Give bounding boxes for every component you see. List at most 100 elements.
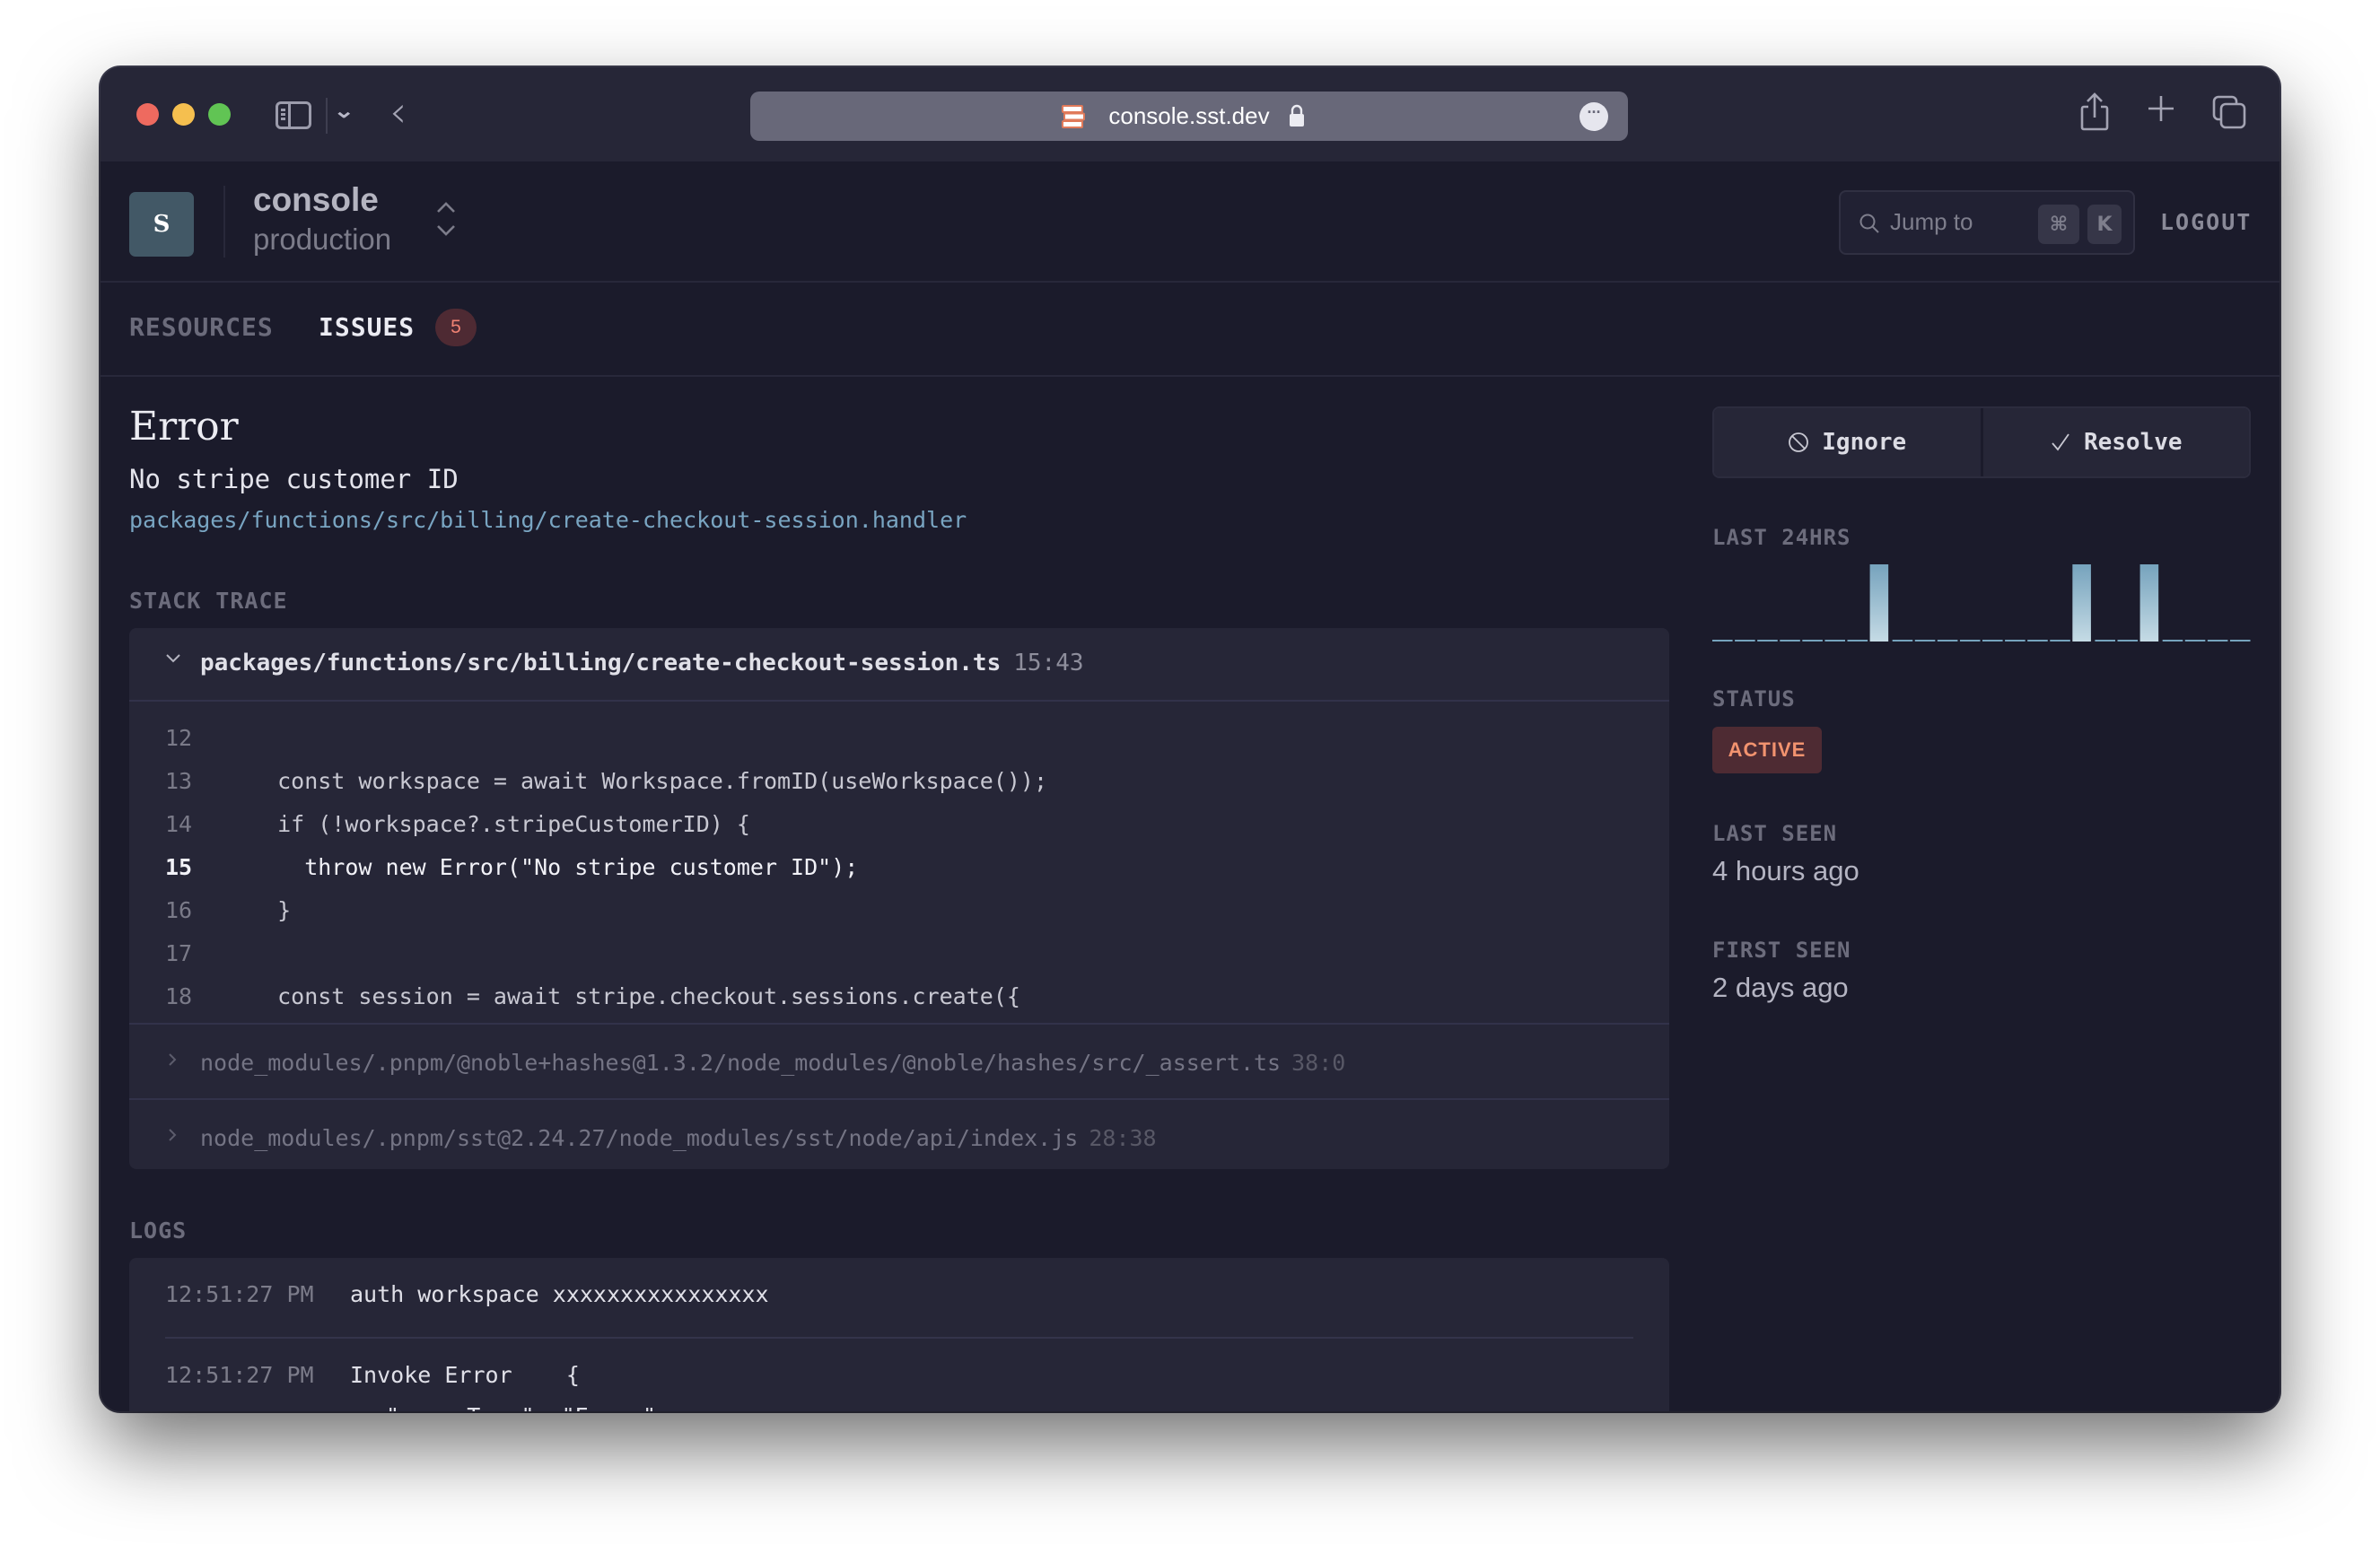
log-message: auth workspace xxxxxxxxxxxxxxxx bbox=[350, 1281, 769, 1307]
chevron-down-icon bbox=[166, 654, 180, 663]
line-code: const workspace = await Workspace.fromID… bbox=[250, 768, 1048, 794]
sidebar-toggle-icon[interactable] bbox=[276, 101, 311, 129]
chevron-right-icon bbox=[169, 1129, 177, 1141]
line-number: 17 bbox=[165, 940, 193, 966]
tab-overview-icon[interactable] bbox=[2211, 94, 2247, 130]
more-options-icon[interactable]: ··· bbox=[1579, 102, 1608, 131]
code-line: 17 bbox=[129, 933, 1669, 976]
minimize-window-button[interactable] bbox=[172, 103, 195, 126]
url-text: console.sst.dev bbox=[1108, 102, 1270, 129]
k-key-hint: K bbox=[2087, 205, 2122, 244]
resolve-button[interactable]: Resolve bbox=[1980, 408, 2249, 476]
chevron-right-icon bbox=[169, 1053, 177, 1066]
issue-actions: Ignore Resolve bbox=[1712, 406, 2251, 478]
issues-count-badge: 5 bbox=[435, 309, 477, 346]
frame-file: node_modules/.pnpm/@noble+hashes@1.3.2/n… bbox=[200, 1050, 1282, 1076]
code-line: 13 const workspace = await Workspace.fro… bbox=[129, 761, 1669, 804]
log-message-continuation: "errorType": "Error", bbox=[386, 1403, 669, 1411]
chart-bar-h22 bbox=[2184, 640, 2206, 642]
chart-bar-h2 bbox=[1735, 640, 1755, 642]
back-icon[interactable]: ‹ bbox=[389, 87, 407, 137]
issue-handler-link[interactable]: packages/functions/src/billing/create-ch… bbox=[129, 507, 967, 533]
stack-frame-path: packages/functions/src/billing/create-ch… bbox=[200, 650, 1084, 676]
new-tab-icon[interactable] bbox=[2147, 94, 2175, 123]
address-bar[interactable]: console.sst.dev ··· bbox=[750, 92, 1628, 141]
chart-bar-h3 bbox=[1757, 640, 1778, 642]
frame-position: 38:0 bbox=[1291, 1050, 1346, 1076]
frame-position: 28:38 bbox=[1089, 1125, 1157, 1151]
frame-file: packages/functions/src/billing/create-ch… bbox=[200, 650, 1002, 676]
line-number: 18 bbox=[165, 983, 193, 1009]
chart-bar-h11 bbox=[1937, 640, 1958, 642]
first-seen-value: 2 days ago bbox=[1712, 972, 1849, 1003]
switcher-chevrons-icon[interactable] bbox=[434, 199, 458, 239]
chart-bar-h15 bbox=[2027, 640, 2048, 642]
browser-window: ⌄ ‹ console.sst.dev ··· S console produc… bbox=[101, 67, 2279, 1411]
header-divider bbox=[223, 186, 225, 258]
chart-bar-h21 bbox=[2162, 640, 2183, 642]
zoom-window-button[interactable] bbox=[208, 103, 231, 126]
stack-trace-label: STACK TRACE bbox=[129, 588, 288, 614]
line-code: } bbox=[250, 897, 292, 923]
last-24hrs-label: LAST 24HRS bbox=[1712, 525, 1851, 550]
nav-tabs: RESOURCES ISSUES 5 bbox=[101, 283, 2279, 377]
lock-icon bbox=[1290, 104, 1304, 127]
logout-button[interactable]: LOGOUT bbox=[2160, 209, 2252, 235]
chart-bar-h20 bbox=[2139, 564, 2159, 642]
issue-title: Error bbox=[129, 404, 239, 450]
command-key-hint: ⌘ bbox=[2038, 205, 2079, 244]
tab-resources[interactable]: RESOURCES bbox=[129, 312, 274, 342]
ignore-icon bbox=[1789, 432, 1809, 452]
logs-label: LOGS bbox=[129, 1218, 188, 1244]
app-name[interactable]: console bbox=[253, 181, 379, 219]
log-entry[interactable]: 12:51:27 PM Invoke Error { "errorType": … bbox=[129, 1339, 1669, 1411]
chart-bar-h12 bbox=[1959, 640, 1981, 642]
jump-to-search[interactable]: Jump to ⌘ K bbox=[1839, 190, 2135, 255]
toolbar-divider bbox=[326, 98, 328, 134]
stack-frame-collapsed[interactable]: node_modules/.pnpm/@noble+hashes@1.3.2/n… bbox=[129, 1025, 1669, 1100]
chart-bar-h16 bbox=[2050, 640, 2070, 642]
code-line: 18 const session = await stripe.checkout… bbox=[129, 976, 1669, 1019]
line-number: 12 bbox=[165, 725, 193, 751]
tab-issues[interactable]: ISSUES bbox=[319, 312, 415, 342]
stack-frame-path: node_modules/.pnpm/sst@2.24.27/node_modu… bbox=[200, 1125, 1157, 1151]
stack-trace-card: packages/functions/src/billing/create-ch… bbox=[129, 628, 1669, 1169]
code-line: 12 bbox=[129, 718, 1669, 761]
workspace-avatar[interactable]: S bbox=[129, 192, 194, 257]
chart-bar-h4 bbox=[1780, 640, 1800, 642]
line-number: 14 bbox=[165, 811, 193, 837]
line-number: 13 bbox=[165, 768, 193, 794]
line-code: if (!workspace?.stripeCustomerID) { bbox=[250, 811, 750, 837]
app-header: S console production Jump to ⌘ K LOGOUT bbox=[101, 161, 2279, 283]
ignore-button[interactable]: Ignore bbox=[1714, 408, 1981, 476]
line-code: const session = await stripe.checkout.se… bbox=[250, 983, 1020, 1009]
close-window-button[interactable] bbox=[136, 103, 159, 126]
chevron-down-icon[interactable]: ⌄ bbox=[333, 100, 354, 123]
stack-frame-path: node_modules/.pnpm/@noble+hashes@1.3.2/n… bbox=[200, 1050, 1345, 1076]
chart-bar-h17 bbox=[2072, 564, 2091, 642]
resolve-label: Resolve bbox=[2083, 429, 2183, 456]
code-snippet: 12 13 const workspace = await Workspace.… bbox=[129, 702, 1669, 1025]
log-message: Invoke Error { bbox=[350, 1362, 580, 1388]
status-label: STATUS bbox=[1712, 686, 1796, 711]
stage-name[interactable]: production bbox=[253, 223, 391, 257]
chart-bar-h10 bbox=[1914, 640, 1936, 642]
browser-titlebar: ⌄ ‹ console.sst.dev ··· bbox=[101, 67, 2279, 161]
stack-frame-expanded[interactable]: packages/functions/src/billing/create-ch… bbox=[129, 628, 1669, 702]
log-entry[interactable]: 12:51:27 PM auth workspace xxxxxxxxxxxxx… bbox=[165, 1258, 1633, 1339]
frame-position: 15:43 bbox=[1013, 650, 1084, 676]
chart-bar-h23 bbox=[2207, 640, 2228, 642]
share-icon[interactable] bbox=[2079, 92, 2110, 132]
stack-frame-collapsed[interactable]: node_modules/.pnpm/sst@2.24.27/node_modu… bbox=[129, 1100, 1669, 1175]
chart-bar-h19 bbox=[2117, 640, 2139, 642]
jump-to-placeholder: Jump to bbox=[1890, 208, 1973, 235]
line-number: 15 bbox=[165, 854, 193, 880]
last-seen-label: LAST SEEN bbox=[1712, 821, 1838, 846]
line-code: throw new Error("No stripe customer ID")… bbox=[250, 854, 859, 880]
code-line: 16 } bbox=[129, 890, 1669, 933]
issue-message: No stripe customer ID bbox=[129, 464, 459, 494]
code-line: 14 if (!workspace?.stripeCustomerID) { bbox=[129, 804, 1669, 847]
chart-bar-h6 bbox=[1824, 640, 1845, 642]
chart-bar-h9 bbox=[1892, 640, 1913, 642]
last-seen-value: 4 hours ago bbox=[1712, 855, 1859, 886]
